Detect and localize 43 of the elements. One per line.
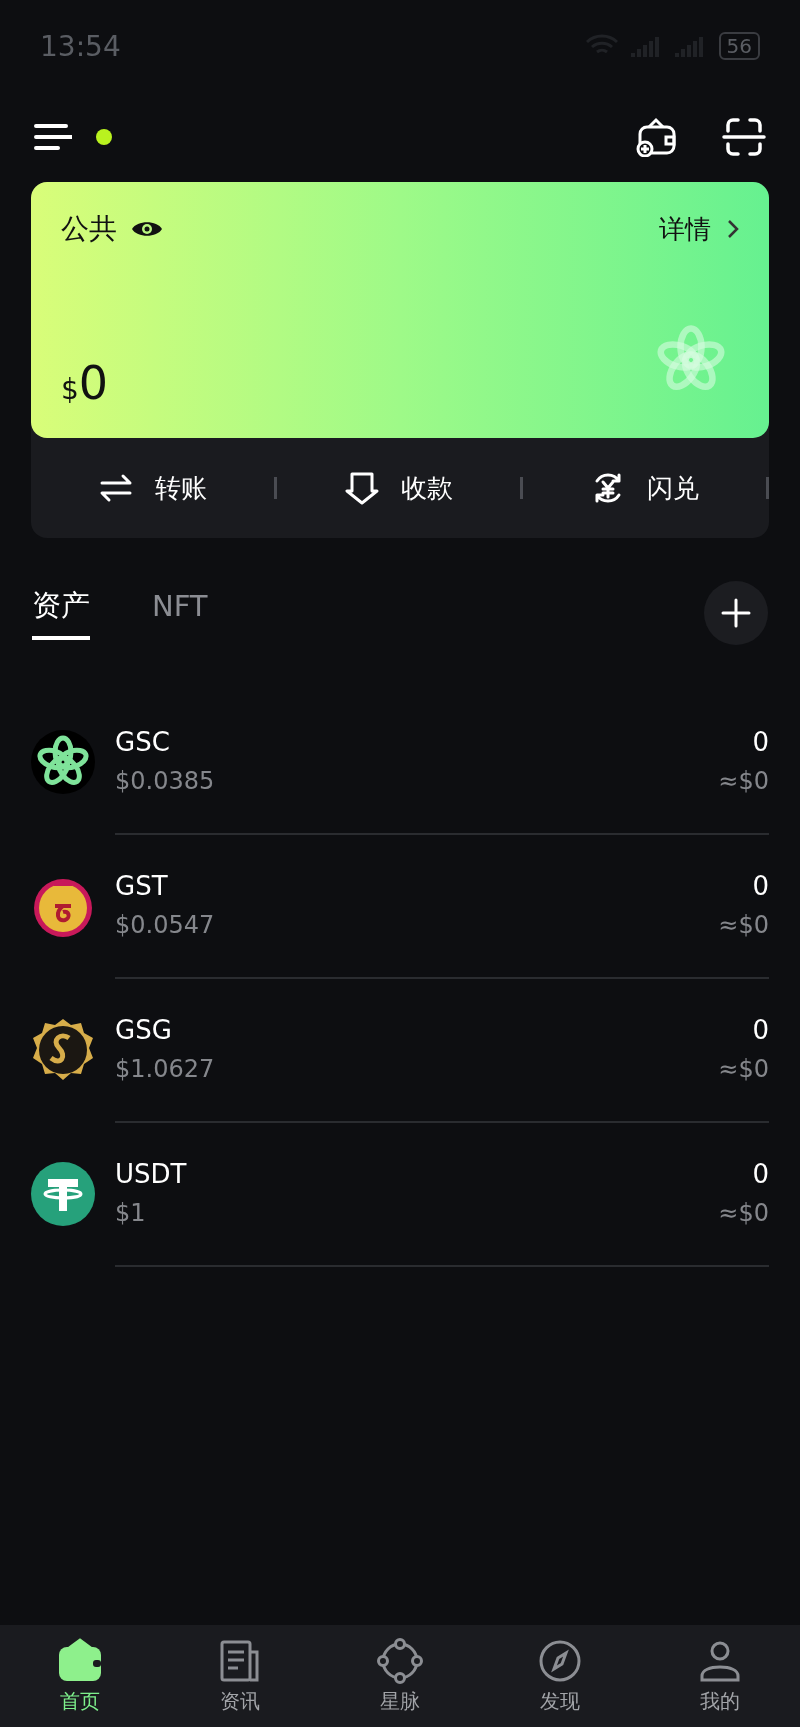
seal-logo-icon — [31, 1018, 95, 1082]
plus-icon — [721, 598, 751, 628]
tether-logo-icon — [31, 1162, 95, 1226]
nav-tab[interactable]: 星脉 — [320, 1625, 480, 1727]
tab[interactable]: 资产 — [32, 586, 90, 640]
token-amount: 0 — [752, 727, 769, 757]
balance-card[interactable]: 公共 详情 $0 — [31, 182, 769, 438]
status-time: 13:54 — [40, 29, 121, 63]
nav-tab[interactable]: 我的 — [640, 1625, 800, 1727]
token-amount: 0 — [752, 1159, 769, 1189]
tab[interactable]: NFT — [152, 589, 208, 637]
token-price: $0.0547 — [115, 911, 215, 939]
token-symbol: USDT — [115, 1159, 187, 1189]
status-dot — [96, 129, 112, 145]
menu-icon[interactable] — [34, 123, 72, 151]
nav-tab[interactable]: 首页 — [0, 1625, 160, 1727]
action-button[interactable]: 收款 — [277, 469, 520, 507]
chevron-right-icon — [727, 219, 739, 239]
token-symbol: GST — [115, 871, 169, 901]
token-value: ≈$0 — [718, 1055, 769, 1083]
action-button[interactable]: 转账 — [31, 469, 274, 507]
token-symbol: GSC — [115, 727, 171, 757]
action-button[interactable]: 闪兑 — [523, 469, 766, 507]
nav-tab[interactable]: 资讯 — [160, 1625, 320, 1727]
token-symbol: GSG — [115, 1015, 173, 1045]
token-value: ≈$0 — [718, 911, 769, 939]
nav-tab[interactable]: 发现 — [480, 1625, 640, 1727]
network-nodes-icon — [377, 1637, 423, 1684]
details-link[interactable]: 详情 — [659, 211, 739, 247]
token-amount: 0 — [752, 871, 769, 901]
wallet-name: 公共 — [61, 211, 117, 247]
battery-level: 56 — [718, 32, 760, 60]
token-price: $1.0627 — [115, 1055, 215, 1083]
add-wallet-icon[interactable] — [636, 117, 676, 157]
token-value: ≈$0 — [718, 767, 769, 795]
wallet-icon — [57, 1637, 103, 1684]
download-arrow-icon — [344, 471, 379, 505]
token-amount: 0 — [752, 1015, 769, 1045]
scan-icon[interactable] — [722, 117, 766, 157]
token-price: $0.0385 — [115, 767, 215, 795]
balance-amount: $0 — [61, 356, 109, 410]
token-value: ≈$0 — [718, 1199, 769, 1227]
token-price: $1 — [115, 1199, 147, 1227]
